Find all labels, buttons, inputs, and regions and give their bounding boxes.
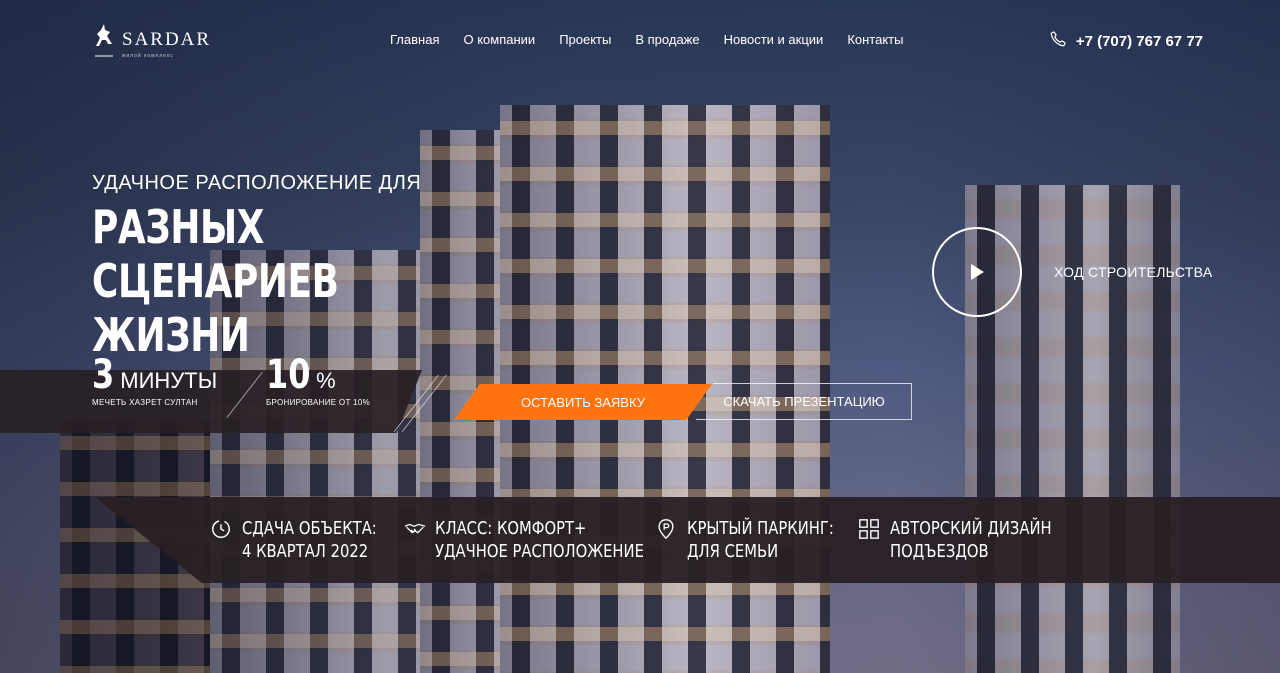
stat-booking-caption: БРОНИРОВАНИЕ ОТ 10% <box>266 398 371 407</box>
download-presentation-button[interactable]: СКАЧАТЬ ПРЕЗЕНТАЦИЮ <box>696 383 912 420</box>
stat-minutes-caption: МЕЧЕТЬ ХАЗРЕТ СУЛТАН <box>92 398 198 407</box>
feature-class-line2: УДАЧНОЕ РАСПОЛОЖЕНИЕ <box>435 541 644 562</box>
leave-request-button[interactable]: ОСТАВИТЬ ЗАЯВКУ <box>454 384 712 420</box>
nav-for-sale[interactable]: В продаже <box>635 32 699 47</box>
horseman-logo-icon <box>92 22 116 58</box>
stat-minutes-value: 3 <box>92 352 115 398</box>
nav-home[interactable]: Главная <box>390 32 439 47</box>
logo-text: SARDAR <box>122 29 212 50</box>
main-nav: Главная О компании Проекты В продаже Нов… <box>390 32 903 47</box>
feature-parking: КРЫТЫЙ ПАРКИНГ: ДЛЯ СЕМЬИ <box>655 517 866 563</box>
stat-booking-unit: % <box>316 368 336 393</box>
stat-booking-value: 10 <box>266 352 311 398</box>
nav-projects[interactable]: Проекты <box>559 32 611 47</box>
clock-icon <box>210 518 234 542</box>
hero-title: РАЗНЫХ СЦЕНАРИЕВ ЖИЗНИ <box>92 200 339 362</box>
parking-icon <box>655 518 679 542</box>
feature-class: КЛАСС: КОМФОРТ+ УДАЧНОЕ РАСПОЛОЖЕНИЕ <box>403 517 690 563</box>
feature-delivery-line2: 4 КВАРТАЛ 2022 <box>242 541 369 562</box>
grid-icon <box>858 518 882 542</box>
feature-parking-line1: КРЫТЫЙ ПАРКИНГ: <box>687 518 834 539</box>
handshake-icon <box>403 518 427 542</box>
feature-design-line2: ПОДЪЕЗДОВ <box>890 541 989 562</box>
phone-number: +7 (707) 767 67 77 <box>1075 32 1203 50</box>
phone-link[interactable]: +7 (707) 767 67 77 <box>1049 30 1203 52</box>
logo-subtitle: жилой комплекс <box>122 53 174 59</box>
stat-booking: 10 % БРОНИРОВАНИЕ ОТ 10% <box>266 352 370 407</box>
construction-video-play-button[interactable] <box>932 227 1022 317</box>
feature-parking-line2: ДЛЯ СЕМЬИ <box>687 541 779 562</box>
nav-news[interactable]: Новости и акции <box>724 32 824 47</box>
feature-design-line1: АВТОРСКИЙ ДИЗАЙН <box>890 518 1052 539</box>
feature-design: АВТОРСКИЙ ДИЗАЙН ПОДЪЕЗДОВ <box>858 517 1087 563</box>
feature-class-line1: КЛАСС: КОМФОРТ+ <box>435 518 587 539</box>
feature-delivery-line1: СДАЧА ОБЪЕКТА: <box>242 518 377 539</box>
hero-subtitle: УДАЧНОЕ РАСПОЛОЖЕНИЕ ДЛЯ <box>92 172 422 194</box>
logo[interactable]: SARDAR жилой комплекс <box>92 22 212 59</box>
stat-minutes: 3 МИНУТЫ МЕЧЕТЬ ХАЗРЕТ СУЛТАН <box>92 352 217 407</box>
feature-delivery: СДАЧА ОБЪЕКТА: 4 КВАРТАЛ 2022 <box>210 517 406 563</box>
construction-progress-label[interactable]: ХОД СТРОИТЕЛЬСТВА <box>1054 264 1212 280</box>
site-header: SARDAR жилой комплекс Главная О компании… <box>0 0 1280 80</box>
nav-contacts[interactable]: Контакты <box>847 32 903 47</box>
phone-icon <box>1049 30 1067 52</box>
nav-about[interactable]: О компании <box>463 32 535 47</box>
stat-minutes-unit: МИНУТЫ <box>120 368 218 393</box>
